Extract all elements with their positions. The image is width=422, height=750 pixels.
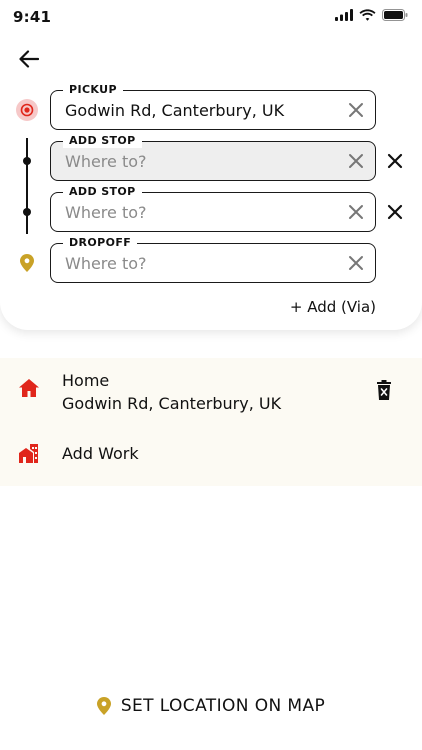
stop-2-field: ADD STOP [50, 185, 376, 232]
home-title: Home [62, 371, 110, 390]
signal-icon [335, 9, 353, 21]
dropoff-field: DROPOFF [50, 236, 376, 283]
pickup-target-icon [16, 99, 38, 121]
stop-1-label: ADD STOP [63, 134, 142, 148]
remove-stop-2-icon[interactable] [386, 203, 404, 221]
route-stop-dot [23, 208, 31, 216]
arrow-left-icon [19, 50, 39, 68]
pickup-input[interactable] [65, 99, 335, 121]
stop-1-clear-icon[interactable] [347, 152, 365, 170]
route-panel: 9:41 PICKUP Godwin Rd, Canterbury, UK AD… [0, 0, 422, 330]
dropoff-input[interactable] [65, 252, 335, 274]
saved-place-home[interactable]: Home Godwin Rd, Canterbury, UK [0, 358, 422, 422]
stop-1-field: ADD STOP [50, 134, 376, 181]
dropoff-clear-icon[interactable] [347, 254, 365, 272]
stop-2-label: ADD STOP [63, 185, 142, 199]
delete-icon[interactable] [376, 380, 392, 400]
battery-icon [382, 9, 408, 21]
stop-1-input[interactable] [65, 150, 335, 172]
stop-2-clear-icon[interactable] [347, 203, 365, 221]
saved-place-work[interactable]: Add Work [0, 422, 422, 486]
map-pin-icon [96, 697, 111, 715]
home-address: Godwin Rd, Canterbury, UK [62, 394, 282, 413]
pickup-clear-icon[interactable] [347, 101, 365, 119]
work-title: Add Work [62, 444, 139, 463]
route-line [26, 138, 28, 234]
remove-stop-1-icon[interactable] [386, 152, 404, 170]
set-location-label: SET LOCATION ON MAP [120, 696, 326, 716]
status-bar: 9:41 [0, 0, 422, 34]
pickup-field: PICKUP [50, 83, 376, 130]
wifi-icon [359, 9, 376, 21]
dropoff-pin-icon [20, 254, 34, 272]
dropoff-label: DROPOFF [63, 236, 138, 250]
route-stop-dot [23, 157, 31, 165]
status-icons [335, 9, 408, 21]
home-icon [19, 379, 39, 397]
status-time: 9:41 [13, 8, 52, 26]
set-location-on-map-button[interactable]: SET LOCATION ON MAP [0, 696, 422, 716]
pickup-label: PICKUP [63, 83, 123, 97]
back-button[interactable] [16, 46, 42, 72]
stop-2-input[interactable] [65, 201, 335, 223]
work-icon [19, 444, 38, 463]
add-via-button[interactable]: + Add (Via) [290, 298, 376, 316]
saved-places-list: Home Godwin Rd, Canterbury, UK Add Work [0, 358, 422, 486]
